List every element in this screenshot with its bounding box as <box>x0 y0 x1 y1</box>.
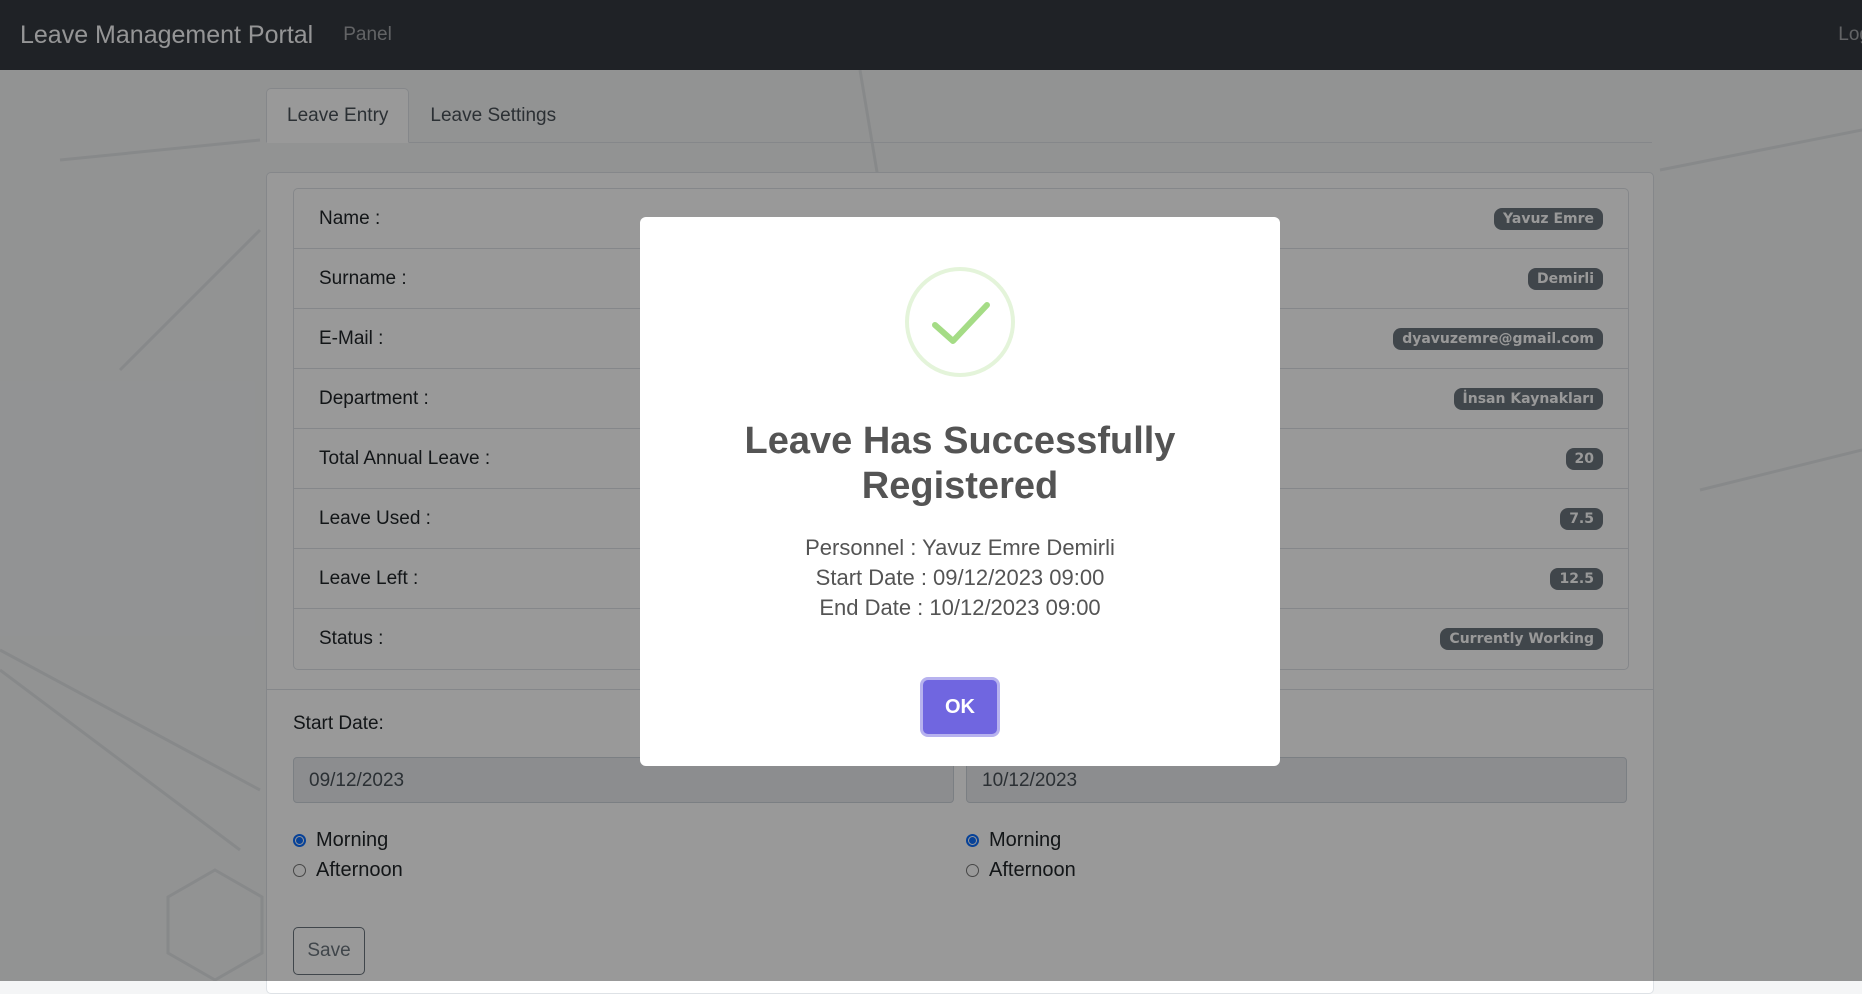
modal-personnel: Personnel : Yavuz Emre Demirli <box>805 535 1115 560</box>
modal-title: Leave Has Successfully Registered <box>640 419 1280 509</box>
modal-end-date: End Date : 10/12/2023 09:00 <box>819 595 1101 620</box>
success-check-icon <box>905 267 1015 377</box>
modal-body: Personnel : Yavuz Emre Demirli Start Dat… <box>640 533 1280 623</box>
modal-start-date: Start Date : 09/12/2023 09:00 <box>815 565 1105 590</box>
check-mark-icon <box>932 302 990 344</box>
success-modal: Leave Has Successfully Registered Person… <box>640 217 1280 766</box>
modal-title-line: Registered <box>861 465 1059 507</box>
ok-button[interactable]: OK <box>923 680 997 734</box>
modal-title-line: Leave Has Successfully <box>744 420 1176 462</box>
